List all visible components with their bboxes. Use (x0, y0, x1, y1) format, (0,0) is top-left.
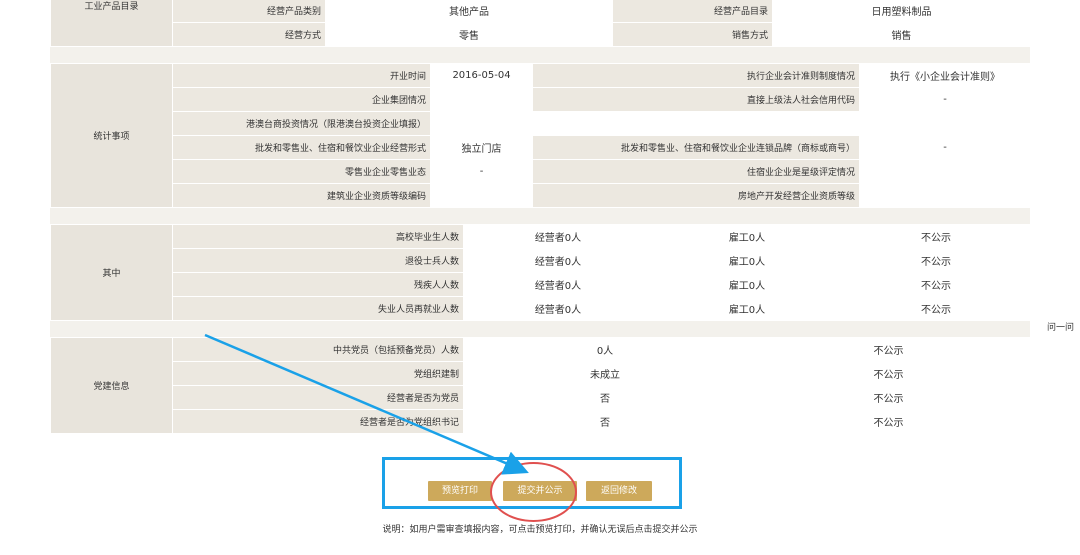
annotation-arrow (204, 333, 529, 475)
